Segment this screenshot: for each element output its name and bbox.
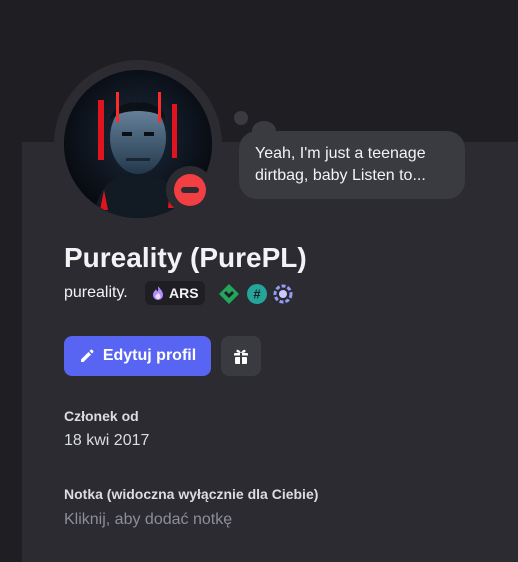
username[interactable]: pureality. (64, 284, 128, 302)
member-since-label: Członek od (64, 408, 139, 424)
flame-icon (153, 286, 163, 300)
quest-badge-icon[interactable] (272, 283, 294, 305)
pencil-icon (80, 349, 94, 362)
panel-edge (0, 142, 22, 562)
server-tag[interactable]: ARS (145, 281, 205, 305)
gift-button[interactable] (221, 336, 261, 376)
gift-icon (234, 349, 248, 364)
nitro-diamond-icon[interactable] (218, 283, 240, 305)
member-since-date: 18 kwi 2017 (64, 432, 150, 449)
display-name: Pureality (PurePL) (64, 242, 307, 273)
note-input[interactable]: Kliknij, aby dodać notkę (64, 511, 232, 529)
note-label: Notka (widoczna wyłącznie dla Ciebie) (64, 486, 319, 502)
dnd-status-icon (174, 174, 206, 206)
custom-status-bubble[interactable]: Yeah, I'm just a teenage dirtbag, baby L… (239, 131, 465, 199)
server-tag-text: ARS (169, 285, 199, 301)
svg-text:#: # (253, 287, 261, 302)
edit-profile-label: Edytuj profil (102, 347, 197, 364)
edit-profile-button[interactable]: Edytuj profil (64, 336, 211, 376)
hashtag-badge-icon[interactable]: # (246, 283, 268, 305)
thought-dot-small (234, 111, 248, 125)
custom-status-text: Yeah, I'm just a teenage dirtbag, baby L… (255, 145, 426, 184)
